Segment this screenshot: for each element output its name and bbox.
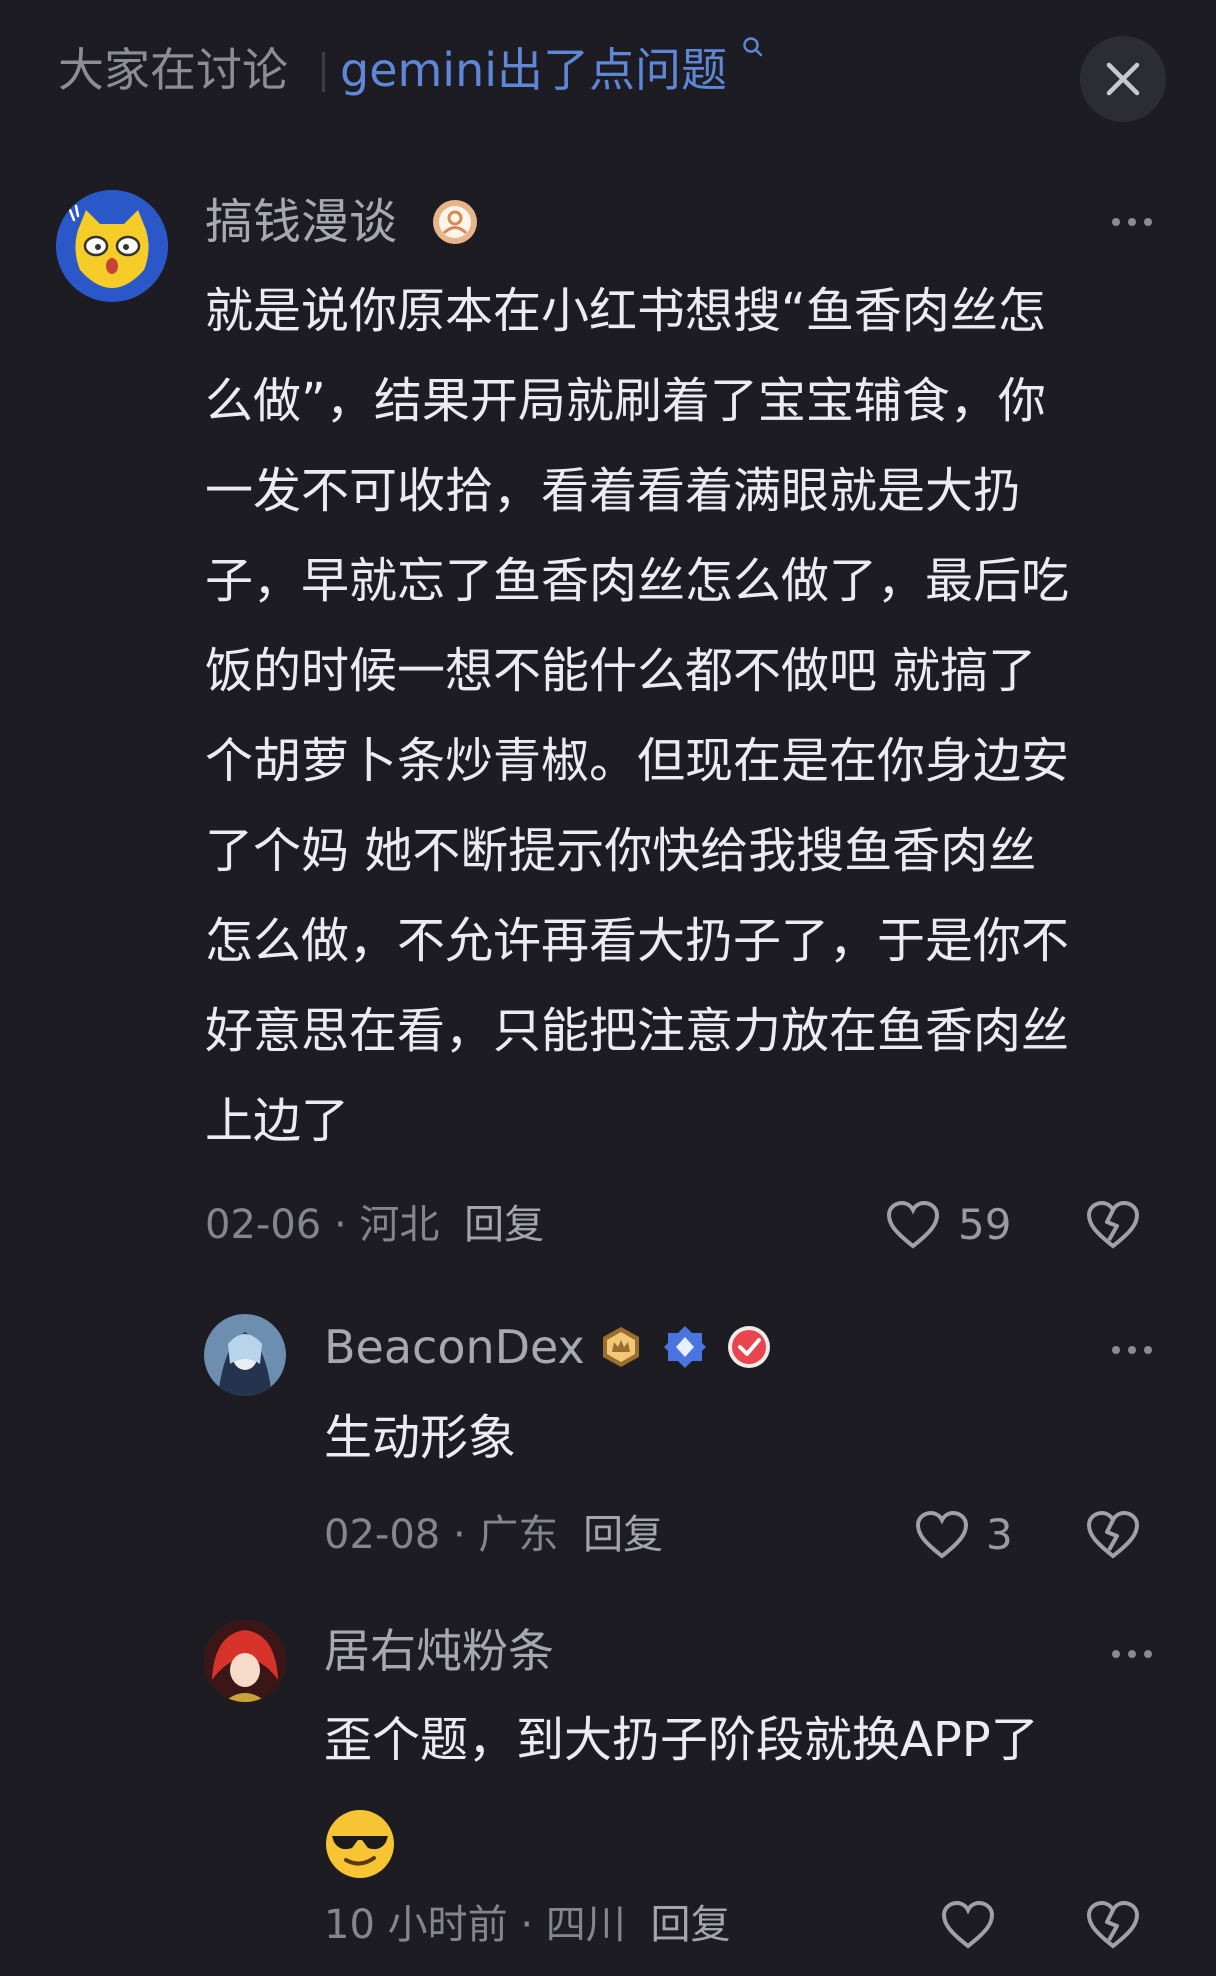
avatar[interactable] (204, 1314, 286, 1396)
comment-item: 搞钱漫谈 就是说你原本在小红书想搜“鱼香肉丝怎 么做”，结果开局就刷着了宝宝辅食… (0, 180, 1216, 1280)
more-options-icon[interactable] (1110, 1344, 1154, 1356)
cat-avatar-icon (56, 190, 168, 302)
reply-comment-item: 居右炖粉条 歪个题，到大扔子阶段就换APP了 10 小时前 · 四川 回复 (0, 1612, 1216, 1976)
comment-line: 好意思在看，只能把注意力放在鱼香肉丝 (205, 1003, 1070, 1059)
header-title: 大家在讨论 (58, 43, 288, 97)
comment-location: 四川 (545, 1902, 626, 1948)
meta-separator: · (333, 1202, 360, 1248)
comment-location: 广东 (478, 1512, 559, 1558)
like-count: 59 (958, 1200, 1012, 1249)
like-count: 3 (986, 1510, 1013, 1559)
avatar[interactable] (56, 190, 168, 302)
reply-comment-item: BeaconDex 生动形象 02-08 · 广东 回复 3 (0, 1310, 1216, 1570)
comment-line: 子，早就忘了鱼香肉丝怎么做了，最后吃 (205, 553, 1070, 609)
check-badge-icon (728, 1326, 770, 1368)
comment-text: 生动形象 (324, 1410, 517, 1466)
sunglasses-emoji-icon (324, 1808, 396, 1880)
username[interactable]: 居右炖粉条 (324, 1620, 554, 1682)
meta-separator: · (452, 1512, 479, 1558)
comment-location: 河北 (359, 1202, 440, 1248)
comment-line: 了个妈 她不断提示你快给我搜鱼香肉丝 (205, 823, 1037, 879)
comment-meta: 02-08 · 广东 回复 (324, 1508, 663, 1562)
anime-avatar-icon (204, 1620, 286, 1702)
reply-button[interactable]: 回复 (583, 1512, 663, 1558)
discussion-header: 大家在讨论 gemini出了点问题 (0, 0, 1216, 150)
header-divider (322, 52, 325, 92)
comment-line: 就是说你原本在小红书想搜“鱼香肉丝怎 (205, 283, 1046, 339)
verified-diamond-icon (664, 1326, 706, 1368)
close-button[interactable] (1080, 36, 1166, 122)
comment-date: 10 小时前 (324, 1902, 508, 1948)
comment-line: 么做”，结果开局就刷着了宝宝辅食，你 (205, 373, 1046, 429)
comment-text: 歪个题，到大扔子阶段就换APP了 (324, 1712, 1039, 1768)
user-badge-icon (433, 200, 477, 244)
comment-line: 饭的时候一想不能什么都不做吧 就搞了 (205, 643, 1037, 699)
search-icon[interactable] (742, 36, 764, 58)
username[interactable]: BeaconDex (324, 1316, 585, 1378)
like-icon[interactable] (940, 1900, 996, 1950)
search-query-link[interactable]: gemini出了点问题 (340, 40, 727, 100)
crown-badge-icon (603, 1327, 639, 1367)
username[interactable]: 搞钱漫谈 (205, 190, 397, 254)
close-icon (1106, 62, 1140, 96)
comment-meta: 10 小时前 · 四川 回复 (324, 1898, 731, 1952)
more-options-icon[interactable] (1110, 1648, 1154, 1660)
avatar[interactable] (204, 1620, 286, 1702)
comment-line: 个胡萝卜条炒青椒。但现在是在你身边安 (205, 733, 1070, 789)
like-icon[interactable] (914, 1510, 970, 1560)
dislike-icon[interactable] (1085, 1510, 1141, 1560)
comment-line: 一发不可收拾，看着看着满眼就是大扔 (205, 463, 1022, 519)
comment-date: 02-06 (205, 1202, 322, 1248)
more-options-icon[interactable] (1110, 216, 1154, 228)
comment-line: 上边了 (205, 1093, 350, 1149)
comment-line: 怎么做，不允许再看大扔子了，于是你不 (205, 913, 1070, 969)
dislike-icon[interactable] (1085, 1200, 1141, 1250)
reply-button[interactable]: 回复 (651, 1902, 731, 1948)
comment-meta: 02-06 · 河北 回复 (205, 1198, 544, 1252)
comment-body: 就是说你原本在小红书想搜“鱼香肉丝怎 么做”，结果开局就刷着了宝宝辅食，你 一发… (205, 266, 1069, 1166)
like-icon[interactable] (885, 1200, 941, 1250)
dislike-icon[interactable] (1085, 1900, 1141, 1950)
reply-button[interactable]: 回复 (464, 1202, 544, 1248)
meta-separator: · (520, 1902, 546, 1948)
anime-avatar-icon (204, 1314, 286, 1396)
comment-date: 02-08 (324, 1512, 441, 1558)
